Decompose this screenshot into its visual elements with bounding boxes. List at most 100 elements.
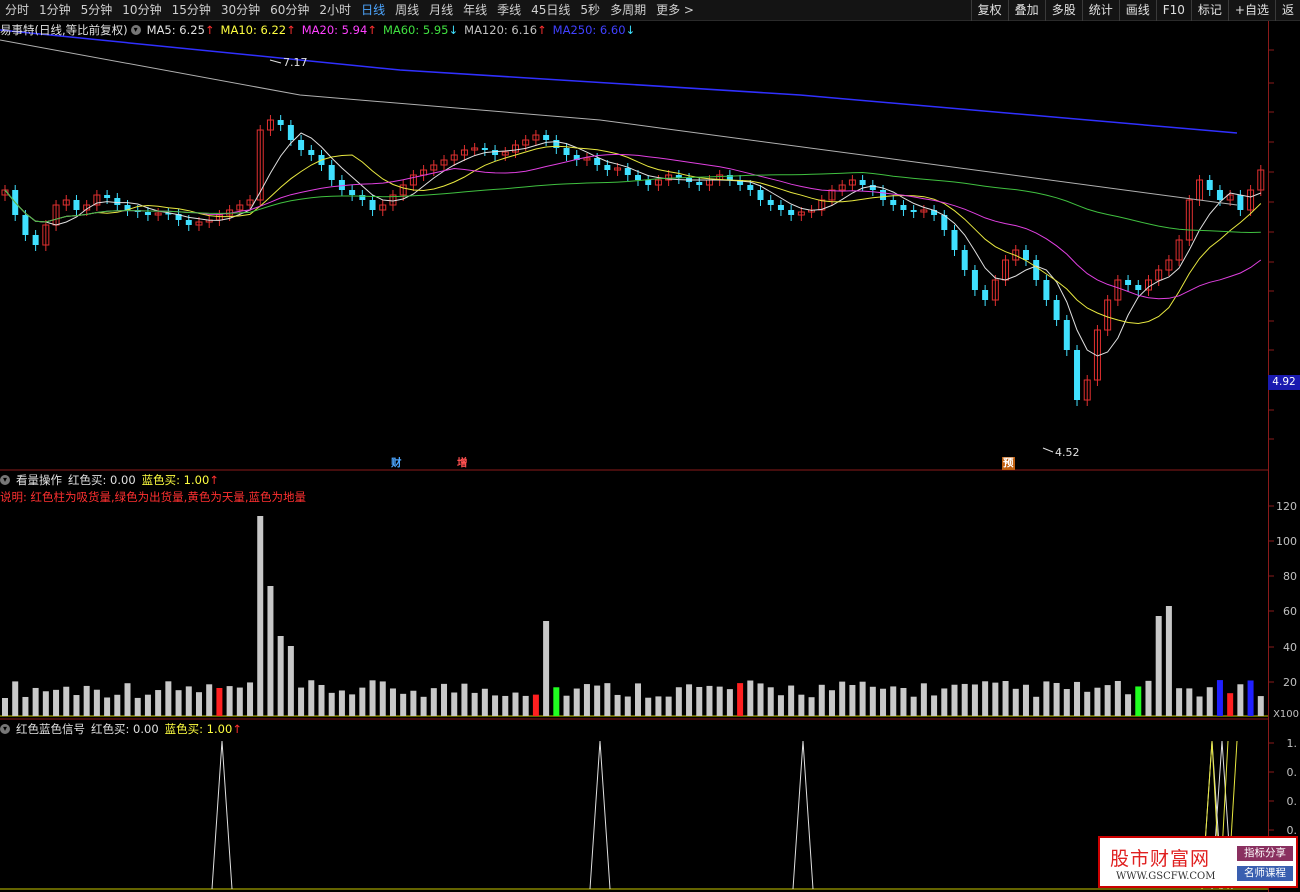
chevron-down-icon[interactable]: ▾ (0, 475, 10, 485)
candle-body (328, 165, 335, 180)
candle-body (1063, 320, 1070, 350)
current-price-tag: 4.92 (1268, 375, 1300, 390)
candle-body (185, 220, 192, 225)
candle-body (1053, 300, 1060, 320)
candle-body (277, 120, 284, 125)
volume-bar (461, 683, 468, 716)
volume-bar (1063, 689, 1070, 716)
ma120-line (0, 39, 1238, 206)
main-info-line: 易事特(日线,等比前复权) ▾ MA5: 6.25↑ MA10: 6.22↑ MA2… (0, 22, 647, 38)
candle-body (767, 200, 774, 205)
ma60-line (4, 171, 1261, 234)
stock-name[interactable]: 易事特(日线,等比前复权) (0, 22, 128, 38)
volume-bar (359, 687, 366, 716)
volume-bar (492, 695, 499, 716)
volume-bar (553, 687, 560, 716)
volume-bar (1022, 684, 1029, 716)
ma-legend-item: MA60: 5.95↓ (382, 23, 459, 37)
candle-body (144, 212, 151, 215)
volume-bar (1002, 681, 1009, 716)
signal-panel-title[interactable]: 红色蓝色信号 (16, 721, 85, 737)
kline-chart-canvas[interactable]: 12010080604020X1001.0.0.0.0.7.174.52 (0, 0, 1300, 892)
volume-bar (737, 683, 744, 716)
volume-bar (22, 696, 29, 716)
volume-bar (185, 686, 192, 716)
volume-bar (563, 695, 570, 716)
volume-bar (1145, 680, 1152, 716)
volume-info-line: ▾ 看量操作 红色买: 0.00 蓝色买: 1.00↑ (0, 472, 225, 488)
volume-bar (1043, 681, 1050, 716)
signal-blue-label: 蓝色买: 1.00↑ (164, 722, 242, 736)
volume-bar (298, 687, 305, 716)
volume-bar (379, 681, 386, 716)
volume-bar (604, 683, 611, 716)
event-marker-forecast[interactable]: 预 (1002, 457, 1015, 470)
chevron-down-icon[interactable]: ▾ (0, 724, 10, 734)
volume-bar (706, 685, 713, 716)
volume-bar (828, 690, 835, 716)
volume-bar (441, 683, 448, 716)
volume-bar (961, 683, 968, 716)
volume-bar (951, 684, 958, 716)
candle-body (287, 125, 294, 140)
volume-bar (53, 689, 60, 716)
volume-bar (32, 687, 39, 716)
volume-bar (328, 692, 335, 716)
volume-bar (594, 685, 601, 716)
candle-body (369, 200, 376, 210)
volume-bar (675, 687, 682, 716)
candle-body (880, 190, 887, 200)
volume-bar (155, 690, 162, 716)
volume-bar (1206, 687, 1213, 716)
candle-body (961, 250, 968, 270)
volume-bar (931, 695, 938, 716)
volume-bar (583, 684, 590, 716)
volume-bar (614, 694, 621, 716)
candle-body (1206, 180, 1213, 190)
volume-bar (93, 689, 100, 716)
volume-bar (757, 683, 764, 716)
volume-bar (471, 692, 478, 716)
ma-legend-item: MA120: 6.16↑ (464, 23, 547, 37)
volume-panel-title[interactable]: 看量操作 (16, 472, 62, 488)
watermark-badge-course: 名师课程 (1237, 866, 1293, 881)
volume-bar (971, 684, 978, 716)
event-marker-increase[interactable]: 增 (456, 457, 469, 470)
ma-legend-item: MA20: 5.94↑ (301, 23, 377, 37)
price-axis (1268, 21, 1300, 892)
volume-bar (890, 686, 897, 716)
volume-bar (1053, 682, 1060, 716)
volume-bar (2, 698, 8, 716)
volume-bar (267, 586, 274, 716)
candle-body (492, 150, 499, 155)
volume-bar (665, 696, 672, 716)
volume-bar (1216, 680, 1223, 716)
volume-bar (767, 687, 774, 716)
signal-info-line: ▾ 红色蓝色信号 红色买: 0.00 蓝色买: 1.00↑ (0, 721, 248, 737)
chevron-down-icon[interactable]: ▾ (130, 25, 141, 35)
candle-body (604, 165, 611, 170)
volume-bar (318, 684, 325, 716)
high-price-label: 7.17 (283, 56, 308, 69)
low-price-label: 4.52 (1055, 446, 1080, 459)
volume-bar (512, 692, 519, 716)
signal-red-label: 红色买: 0.00 (91, 722, 159, 736)
volume-bar (624, 696, 631, 716)
volume-bar (83, 685, 90, 716)
event-marker-finance[interactable]: 财 (390, 457, 403, 470)
watermark-badge-share: 指标分享 (1237, 846, 1293, 861)
candle-body (308, 150, 315, 155)
volume-bar (389, 688, 396, 716)
watermark-url: WWW.GSCFW.COM (1116, 871, 1216, 882)
volume-bar (1104, 685, 1111, 716)
volume-bar (880, 688, 887, 716)
volume-red-label: 红色买: 0.00 (68, 473, 136, 487)
volume-bar (430, 688, 437, 716)
candle-body (1022, 250, 1029, 260)
volume-bar (1237, 684, 1244, 716)
volume-bar (982, 681, 989, 716)
volume-bar (1125, 694, 1132, 716)
volume-bar (1257, 696, 1264, 716)
volume-bar (287, 646, 294, 716)
candle-body (594, 158, 601, 165)
